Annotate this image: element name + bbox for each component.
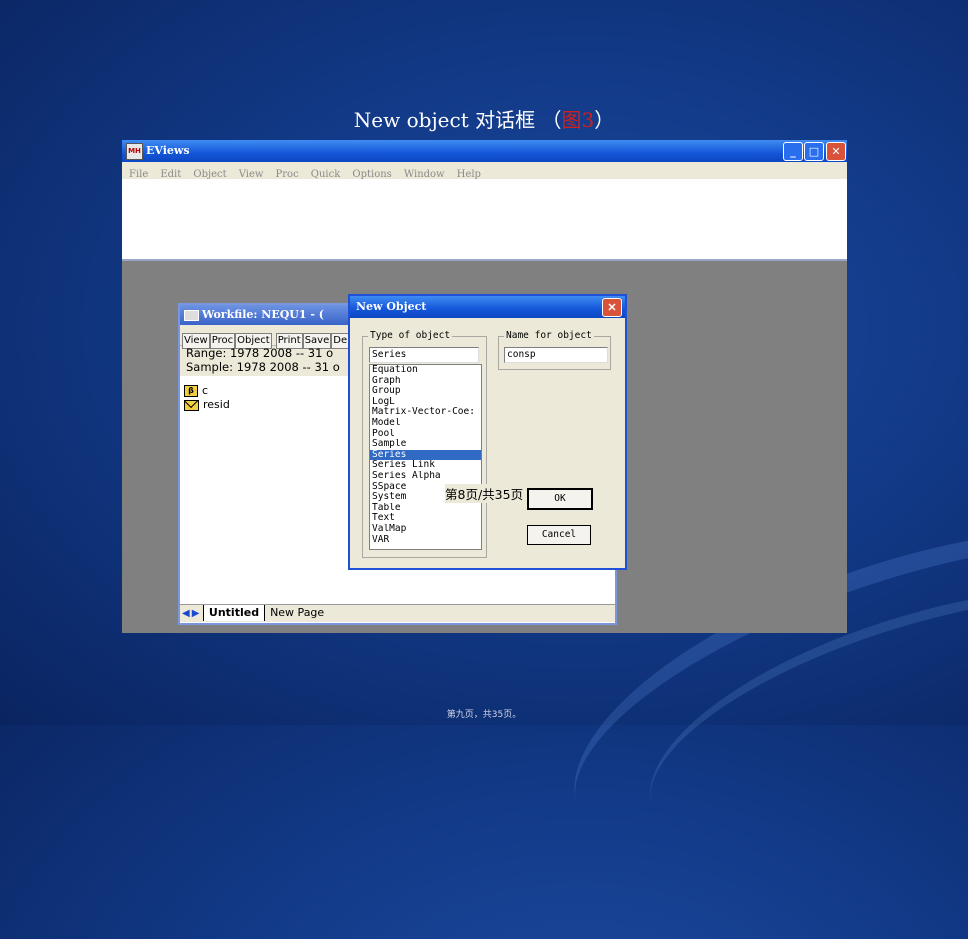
list-item[interactable]: Table bbox=[370, 503, 481, 514]
ok-button[interactable]: OK bbox=[527, 488, 593, 510]
tab-scroll-left-icon[interactable]: ◀ bbox=[182, 608, 190, 619]
list-item[interactable]: resid bbox=[184, 398, 230, 412]
menubar: File Edit Object View Proc Quick Options… bbox=[122, 162, 847, 180]
dialog-title: New Object bbox=[356, 300, 427, 313]
title-suffix: ） bbox=[594, 108, 615, 132]
workfile-tabs: ◀ ▶ Untitled New Page bbox=[180, 604, 615, 622]
tab-untitled[interactable]: Untitled bbox=[202, 605, 266, 621]
list-item[interactable]: Series Alpha bbox=[370, 471, 481, 482]
list-item[interactable]: Matrix-Vector-Coe: bbox=[370, 407, 481, 418]
list-item[interactable]: Series bbox=[370, 449, 481, 461]
list-item[interactable]: Group bbox=[370, 386, 481, 397]
tab-scroll-right-icon[interactable]: ▶ bbox=[192, 608, 200, 619]
list-item[interactable]: Pool bbox=[370, 429, 481, 440]
app-titlebar: MH EViews _ □ ✕ bbox=[122, 140, 847, 162]
new-object-dialog: New Object ✕ Type of object Series Equat… bbox=[348, 294, 627, 570]
object-list: βc resid bbox=[184, 384, 230, 412]
slide-title: New object 对话框 （图3） bbox=[0, 104, 968, 133]
workfile-icon bbox=[184, 310, 199, 321]
beta-icon: β bbox=[184, 385, 198, 397]
object-type-list[interactable]: Equation Graph Group LogL Matrix-Vector-Coe:… bbox=[369, 364, 482, 550]
title-ref: 图3 bbox=[561, 108, 595, 132]
list-item[interactable]: LogL bbox=[370, 397, 481, 408]
list-item[interactable]: βc bbox=[184, 384, 230, 398]
details-button[interactable]: De bbox=[331, 333, 350, 349]
list-item[interactable]: Graph bbox=[370, 376, 481, 387]
cancel-button[interactable]: Cancel bbox=[527, 525, 591, 545]
series-icon bbox=[184, 399, 199, 411]
close-button[interactable]: ✕ bbox=[826, 142, 846, 161]
tab-new-page[interactable]: New Page bbox=[265, 605, 329, 621]
list-item[interactable]: Text bbox=[370, 513, 481, 524]
list-item[interactable]: Model bbox=[370, 418, 481, 429]
dialog-close-button[interactable]: ✕ bbox=[602, 298, 622, 317]
name-label: Name for object bbox=[504, 330, 594, 341]
type-label: Type of object bbox=[368, 330, 453, 341]
title-prefix: New object bbox=[353, 108, 476, 132]
list-item[interactable]: Sample bbox=[370, 439, 481, 450]
command-window[interactable] bbox=[122, 179, 847, 261]
list-item[interactable]: Series Link bbox=[370, 460, 481, 471]
type-field[interactable]: Series bbox=[369, 347, 479, 363]
slide-footer: 第九页，共35页。 bbox=[446, 710, 522, 720]
title-cn: 对话框 （ bbox=[475, 108, 562, 132]
list-item[interactable]: ValMap bbox=[370, 524, 481, 535]
maximize-button[interactable]: □ bbox=[804, 142, 824, 161]
list-item[interactable]: Equation bbox=[370, 365, 481, 376]
minimize-button[interactable]: _ bbox=[783, 142, 803, 161]
eviews-screenshot: MH EViews _ □ ✕ File Edit Object View Pr… bbox=[122, 140, 847, 633]
workfile-title: Workfile: NEQU1 - ( bbox=[202, 308, 324, 321]
eviews-logo-icon: MH bbox=[126, 143, 143, 160]
name-input[interactable]: consp bbox=[504, 347, 608, 363]
list-item[interactable]: VAR bbox=[370, 535, 481, 546]
app-title: EViews bbox=[146, 144, 190, 157]
dialog-titlebar: New Object ✕ bbox=[350, 296, 625, 318]
page-overlay-text: 第8页/共35页 bbox=[445, 484, 524, 503]
